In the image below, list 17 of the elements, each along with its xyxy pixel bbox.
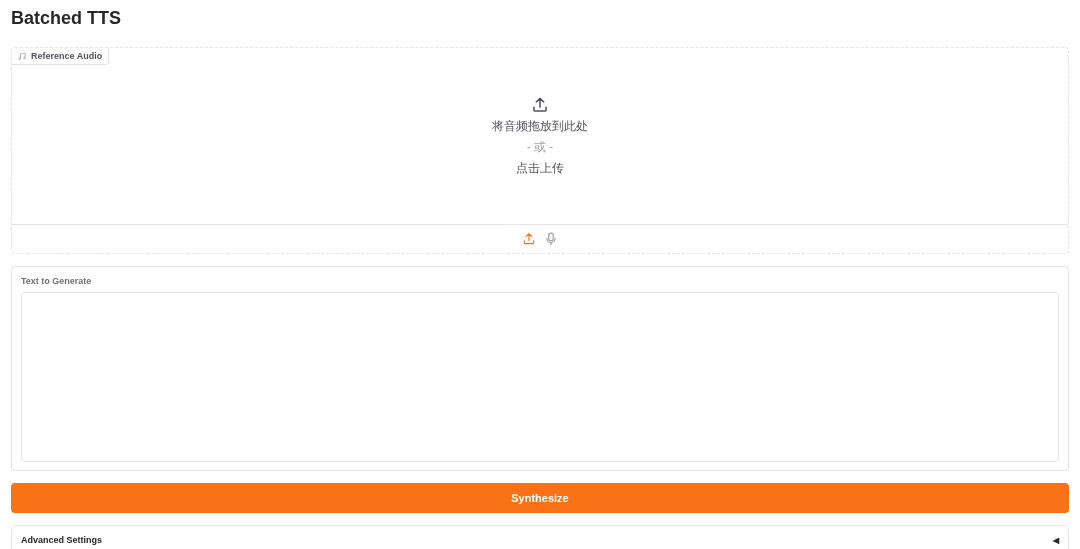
microphone-source-button[interactable] (544, 232, 558, 246)
upload-icon (522, 232, 536, 246)
label-text: Reference Audio (31, 51, 103, 61)
accordion-header[interactable]: Advanced Settings ◀ (11, 525, 1069, 549)
drop-hint: 将音频拖放到此处 (492, 117, 588, 135)
click-upload-hint: 点击上传 (516, 159, 564, 177)
accordion-title: Advanced Settings (21, 535, 103, 545)
collapse-toggle: ◀ (1053, 535, 1059, 545)
upload-source-button[interactable] (522, 232, 536, 246)
or-divider-text: - 或 - (526, 138, 554, 156)
field-label: Text to Generate (21, 276, 93, 286)
upload-icon (531, 95, 549, 114)
text-input-field[interactable] (21, 292, 1059, 462)
audio-upload-area[interactable]: Reference Audio 将音频拖放到此处 - 或 - 点击上传 (11, 47, 1069, 254)
microphone-icon (544, 232, 558, 246)
page-title: Batched TTS (11, 8, 121, 29)
music-note-icon (18, 51, 26, 61)
